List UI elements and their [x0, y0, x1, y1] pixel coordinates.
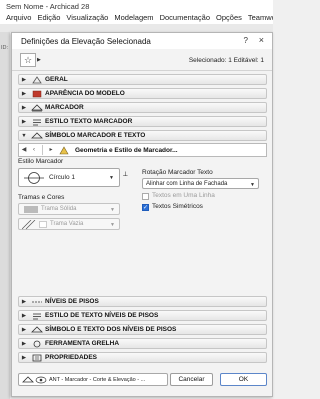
- properties-icon: [29, 353, 45, 362]
- panel-label: ESTILO TEXTO MARCADOR: [45, 118, 133, 125]
- menu-documentacao[interactable]: Documentação: [160, 13, 210, 24]
- help-icon[interactable]: ?: [244, 36, 248, 45]
- ok-button[interactable]: OK: [220, 373, 267, 386]
- cancel-button[interactable]: Cancelar: [170, 373, 213, 386]
- close-icon[interactable]: ×: [259, 35, 264, 45]
- chevron-down-icon: ▼: [250, 182, 255, 188]
- chevron-right-icon: ▶: [21, 90, 27, 97]
- toolbar-strip: [0, 24, 273, 32]
- chevron-down-icon: ▼: [110, 207, 115, 213]
- menu-teamwork[interactable]: Teamwork: [248, 13, 273, 24]
- marker-symbol-icon: [29, 131, 45, 140]
- model-appearance-icon: [29, 89, 45, 98]
- panel-geral[interactable]: ▶ GERAL: [18, 74, 267, 85]
- rotation-select[interactable]: Alinhar com Linha de Fachada ▼: [142, 178, 259, 189]
- marker-icon: [29, 103, 45, 112]
- empty-hatch-select[interactable]: Trama Vazia ▼: [18, 218, 120, 230]
- chevron-right-icon: ▶: [21, 312, 27, 319]
- panel-label: NÍVEIS DE PISOS: [45, 298, 99, 305]
- panel-marker-text-style[interactable]: ▶ ESTILO TEXTO MARCADOR: [18, 116, 267, 127]
- panel-story-levels[interactable]: ▶ NÍVEIS DE PISOS: [18, 296, 267, 307]
- eye-icon: [35, 376, 47, 384]
- chevron-right-icon[interactable]: ▶: [37, 57, 41, 63]
- panel-model-appearance[interactable]: ▶ APARÊNCIA DO MODELO: [18, 88, 267, 99]
- chevron-right-icon: ▶: [21, 340, 27, 347]
- chevron-down-icon: ▼: [21, 132, 27, 139]
- panel-label: APARÊNCIA DO MODELO: [45, 90, 125, 97]
- nav-prev-icon[interactable]: ‹: [29, 144, 39, 156]
- chevron-right-icon: ▶: [21, 118, 27, 125]
- layer-value: ANT - Marcador - Corte & Elevação - ...: [49, 377, 146, 383]
- selection-info: Selecionado: 1 Editável: 1: [188, 57, 264, 64]
- app-title-bar: Sem Nome - Archicad 28: [0, 0, 273, 13]
- app-title: Sem Nome - Archicad 28: [6, 2, 90, 11]
- favorites-star-icon[interactable]: ☆: [20, 53, 36, 67]
- layer-select[interactable]: ANT - Marcador - Corte & Elevação - ...: [18, 373, 168, 386]
- panel-properties[interactable]: ▶ PROPRIEDADES: [18, 352, 267, 363]
- solid-hatch-value: Trama Sólida: [41, 206, 77, 212]
- chevron-right-icon: ▶: [21, 298, 27, 305]
- chevron-right-icon: ▶: [21, 354, 27, 361]
- nav-next-icon[interactable]: ▸: [46, 144, 56, 156]
- chevron-right-icon: ▶: [21, 326, 27, 333]
- subpanel-label: Geometria e Estilo de Marcador...: [75, 146, 178, 154]
- hatch-pattern-icon: [22, 220, 36, 230]
- chevron-down-icon: ▼: [109, 175, 114, 181]
- story-symbol-icon: [29, 325, 45, 334]
- one-line-text-checkbox[interactable]: [142, 193, 149, 200]
- marker-style-value: Círculo 1: [49, 174, 76, 181]
- panel-grid-tool[interactable]: ▶ FERRAMENTA GRELHA: [18, 338, 267, 349]
- general-settings-icon: [29, 75, 45, 84]
- menu-modelagem[interactable]: Modelagem: [114, 13, 153, 24]
- text-style-icon: [29, 311, 45, 320]
- panel-label: MARCADOR: [45, 104, 84, 111]
- rotation-value: Alinhar com Linha de Fachada: [146, 181, 228, 187]
- text-style-icon: [29, 117, 45, 126]
- one-line-text-label: Textos em Uma Linha: [152, 192, 215, 199]
- chevron-down-icon: ▼: [110, 222, 115, 228]
- elevation-settings-dialog: Definições da Elevação Selecionada ? × ☆…: [11, 32, 273, 397]
- menu-arquivo[interactable]: Arquivo: [6, 13, 31, 24]
- panel-label: ESTILO DE TEXTO NÍVEIS DE PISOS: [45, 312, 159, 319]
- rotation-label: Rotação Marcador Texto: [142, 169, 213, 176]
- grid-tool-icon: [29, 339, 45, 348]
- panel-label: FERRAMENTA GRELHA: [45, 340, 120, 347]
- panel-story-level-text-style[interactable]: ▶ ESTILO DE TEXTO NÍVEIS DE PISOS: [18, 310, 267, 321]
- panel-story-level-symbol-text[interactable]: ▶ SÍMBOLO E TEXTO DOS NÍVEIS DE PISOS: [18, 324, 267, 335]
- nav-first-icon[interactable]: ◀: [19, 144, 29, 156]
- panel-label: PROPRIEDADES: [45, 354, 98, 361]
- marker-side-toggle-icon[interactable]: ⟂: [123, 171, 128, 179]
- separator: [42, 145, 43, 155]
- menu-opcoes[interactable]: Opções: [216, 13, 242, 24]
- menu-bar: Arquivo Edição Visualização Modelagem Do…: [0, 13, 273, 24]
- symmetric-text-label: Textos Simétricos: [152, 203, 203, 210]
- solid-fill-swatch: [24, 206, 38, 213]
- dialog-title: Definições da Elevação Selecionada: [21, 37, 151, 46]
- marker-style-label: Estilo Marcador: [18, 158, 64, 165]
- chevron-right-icon: ▶: [21, 76, 27, 83]
- panel-label: SÍMBOLO MARCADOR E TEXTO: [45, 132, 146, 139]
- symmetric-text-checkbox[interactable]: ✓: [142, 204, 149, 211]
- subpanel-selector[interactable]: ◀ ‹ ▸ Geometria e Estilo de Marcador...: [18, 143, 267, 157]
- circle-marker-icon: [24, 172, 44, 184]
- panel-marker-symbol-text[interactable]: ▼ SÍMBOLO MARCADOR E TEXTO: [18, 130, 267, 141]
- empty-fill-swatch: [39, 221, 47, 228]
- panel-label: SÍMBOLO E TEXTO DOS NÍVEIS DE PISOS: [45, 326, 177, 333]
- empty-hatch-value: Trama Vazia: [50, 221, 84, 227]
- layer-icon: [22, 376, 34, 383]
- panel-label: GERAL: [45, 76, 68, 83]
- marker-geometry-icon: [56, 145, 72, 155]
- marker-style-select[interactable]: Círculo 1 ▼: [18, 168, 120, 187]
- menu-edicao[interactable]: Edição: [37, 13, 60, 24]
- left-toolbox: ID:: [0, 32, 10, 399]
- toolbox-id-label: ID:: [1, 45, 9, 51]
- chevron-right-icon: ▶: [21, 104, 27, 111]
- solid-hatch-select[interactable]: Trama Sólida ▼: [18, 203, 120, 215]
- panel-marker[interactable]: ▶ MARCADOR: [18, 102, 267, 113]
- story-level-icon: [29, 297, 45, 306]
- dialog-title-bar: Definições da Elevação Selecionada: [12, 33, 272, 49]
- dialog-toolbar: ☆ ▶ Selecionado: 1 Editável: 1: [12, 49, 272, 71]
- hatch-colors-label: Tramas e Cores: [18, 194, 65, 201]
- menu-visualizacao[interactable]: Visualização: [66, 13, 108, 24]
